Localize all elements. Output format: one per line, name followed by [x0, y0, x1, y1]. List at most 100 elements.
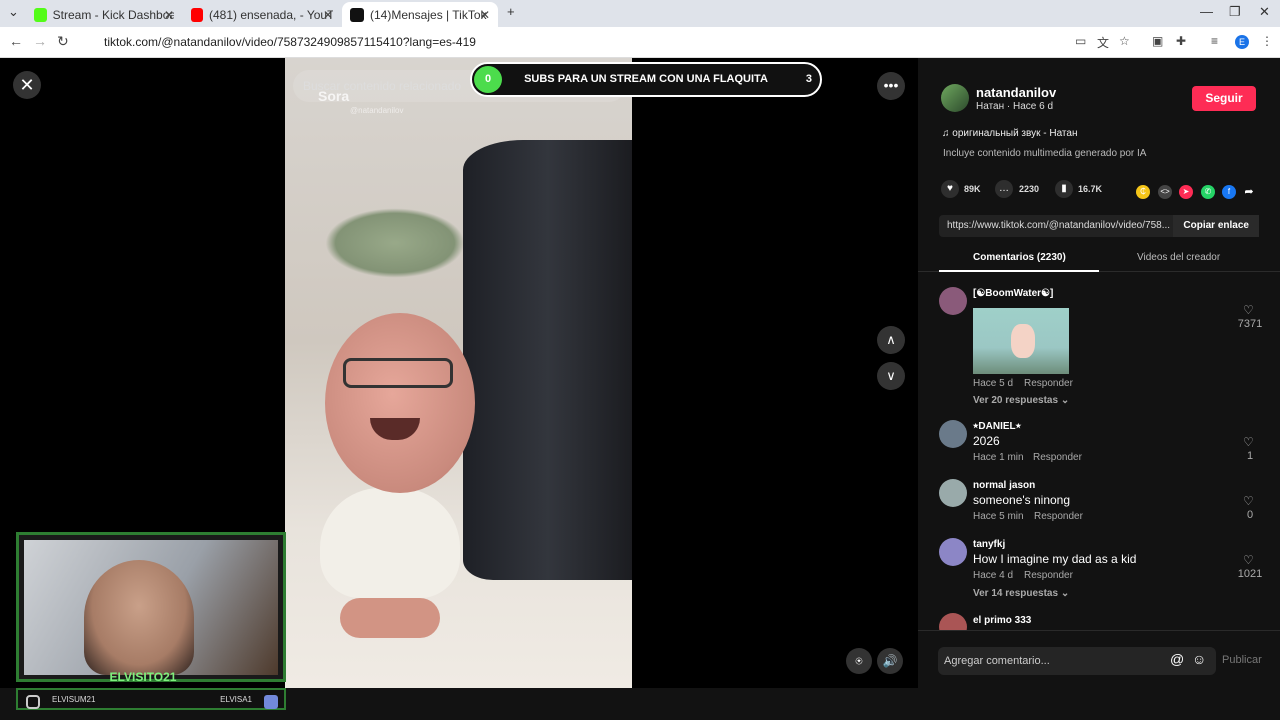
- follow-button[interactable]: Seguir: [1192, 86, 1256, 111]
- like-icon[interactable]: ♥: [941, 180, 959, 198]
- emoji-icon[interactable]: ☺: [1192, 651, 1206, 667]
- creator-username[interactable]: natandanilov: [976, 85, 1056, 100]
- comment-like-count: 0: [1246, 509, 1254, 521]
- volume-icon: 🔊: [882, 654, 898, 668]
- tab-kick[interactable]: Stream - Kick Dashboard ✕: [26, 2, 182, 27]
- comment-like-icon[interactable]: ♡: [1243, 553, 1254, 567]
- next-video-button[interactable]: ∨: [877, 362, 905, 390]
- browser-tabstrip: ⌄ Stream - Kick Dashboard ✕ (481) ensena…: [0, 0, 1280, 27]
- translate-icon[interactable]: 文: [1097, 34, 1109, 51]
- close-icon[interactable]: ✕: [480, 8, 490, 22]
- install-app-icon[interactable]: ▭: [1075, 34, 1086, 48]
- comment-author[interactable]: el primo 333: [973, 615, 1031, 626]
- comment-input-placeholder: Agregar comentario...: [944, 655, 1050, 667]
- comment-author[interactable]: normal jason: [973, 480, 1035, 491]
- restore-button[interactable]: ❐: [1229, 4, 1241, 20]
- like-count: 89K: [964, 184, 981, 194]
- comment-time: Hace 5 min: [973, 511, 1024, 522]
- back-icon[interactable]: ←: [9, 33, 23, 49]
- facebook-icon[interactable]: f: [1222, 185, 1236, 199]
- tab-tiktok[interactable]: (14)Mensajes | TikTok ✕: [342, 2, 498, 27]
- tab-search-icon[interactable]: ⌄: [8, 4, 19, 20]
- embed-icon[interactable]: <>: [1158, 185, 1172, 199]
- creator-subtitle: Натан · Hace 6 d: [976, 101, 1054, 112]
- comment-avatar[interactable]: [939, 538, 967, 566]
- close-video-button[interactable]: ✕: [13, 71, 41, 99]
- video-player[interactable]: [285, 58, 632, 688]
- comment-author[interactable]: ⭒DANIEL⭒: [973, 421, 1021, 432]
- tab-youtube[interactable]: (481) ensenada, - YouTube ✕: [183, 2, 341, 27]
- tab-title: (14)Mensajes | TikTok: [370, 7, 487, 22]
- overlay-left-count: 0: [474, 66, 502, 93]
- post-comment-button[interactable]: Publicar: [1222, 654, 1262, 666]
- tab-creator-videos[interactable]: Videos del creador: [1137, 252, 1220, 263]
- more-options-button[interactable]: •••: [877, 72, 905, 100]
- whatsapp-icon[interactable]: ✆: [1201, 185, 1215, 199]
- webcam-feed: [24, 540, 278, 675]
- mention-icon[interactable]: @: [1170, 651, 1184, 667]
- minimize-button[interactable]: —: [1200, 4, 1213, 19]
- gif-figure: [1011, 324, 1035, 358]
- forward-icon[interactable]: →: [33, 33, 47, 49]
- comment-like-icon[interactable]: ♡: [1243, 494, 1254, 508]
- video-stage: ✕ Buscar contenido relacionado ⌕ Sora @n…: [0, 58, 918, 710]
- url-field[interactable]: tiktok.com/@natandanilov/video/758732490…: [86, 31, 1066, 54]
- new-tab-button[interactable]: +: [507, 4, 515, 19]
- reply-button[interactable]: Responder: [1033, 452, 1082, 463]
- video-frame-glasses: [343, 358, 453, 388]
- sound-title: оригинальный звук - Натан: [952, 128, 1078, 139]
- creator-avatar[interactable]: [941, 84, 969, 112]
- puzzle-icon[interactable]: ✚: [1176, 34, 1186, 48]
- comment-author[interactable]: [☯BoomWater☯]: [973, 288, 1053, 299]
- report-button[interactable]: ⍟: [846, 648, 872, 674]
- chevron-up-icon: ∧: [886, 332, 896, 347]
- webcam-overlay: [16, 532, 286, 682]
- extension-icon[interactable]: ▣: [1152, 34, 1163, 48]
- previous-video-button[interactable]: ∧: [877, 326, 905, 354]
- view-replies-button[interactable]: Ver 14 respuestas ⌄: [973, 588, 1069, 599]
- comment-time: Hace 1 min: [973, 452, 1024, 463]
- comment-avatar[interactable]: [939, 420, 967, 448]
- comment-text: someone's ninong: [973, 493, 1071, 507]
- menu-icon[interactable]: ⋮: [1261, 34, 1273, 48]
- music-note-icon: ♫: [942, 128, 953, 139]
- flag-icon: ⍟: [855, 654, 863, 668]
- reply-button[interactable]: Responder: [1024, 378, 1073, 389]
- tab-comments[interactable]: Comentarios (2230): [973, 252, 1066, 263]
- volume-button[interactable]: 🔊: [877, 648, 903, 674]
- address-bar: ← → ↻ tiktok.com/@natandanilov/video/758…: [0, 27, 1280, 58]
- comment-like-icon[interactable]: ♡: [1243, 303, 1254, 317]
- copy-link-button[interactable]: Copiar enlace: [1173, 215, 1259, 237]
- tiktok-favicon-icon: [350, 7, 364, 22]
- comment-count: 2230: [1019, 184, 1040, 194]
- reply-button[interactable]: Responder: [1034, 511, 1083, 522]
- tab-title: Stream - Kick Dashboard: [52, 7, 174, 22]
- media-controls-icon[interactable]: ≡: [1211, 34, 1218, 48]
- bookmark-icon[interactable]: ▮: [1055, 180, 1073, 198]
- video-link-field[interactable]: https://www.tiktok.com/@natandanilov/vid…: [939, 215, 1259, 237]
- video-frame-legs: [340, 598, 440, 638]
- video-frame-face: [325, 313, 475, 493]
- comment-icon[interactable]: …: [995, 180, 1013, 198]
- sora-watermark-handle: @natandanilov: [350, 106, 404, 115]
- ai-content-label: Incluye contenido multimedia generado po…: [943, 148, 1147, 159]
- window-close-button[interactable]: ✕: [1259, 4, 1270, 20]
- view-replies-button[interactable]: Ver 20 respuestas ⌄: [973, 395, 1069, 406]
- share-arrow-icon[interactable]: ➦: [1242, 185, 1256, 199]
- comment-time: Hace 5 d: [973, 378, 1014, 389]
- close-icon[interactable]: ✕: [323, 8, 333, 22]
- comment-author[interactable]: tanyfkj: [973, 539, 1005, 550]
- reload-icon[interactable]: ↻: [57, 33, 69, 50]
- comment-gif[interactable]: [973, 308, 1069, 374]
- comment-like-icon[interactable]: ♡: [1243, 435, 1254, 449]
- coin-share-icon[interactable]: ₵: [1136, 185, 1150, 199]
- reply-button[interactable]: Responder: [1024, 570, 1073, 581]
- close-icon[interactable]: ✕: [164, 8, 174, 22]
- comment-avatar[interactable]: [939, 479, 967, 507]
- sound-link[interactable]: ♫ оригинальный звук - Натан: [942, 128, 1077, 139]
- send-icon[interactable]: ➤: [1179, 185, 1193, 199]
- chevron-down-icon: ∨: [886, 368, 896, 383]
- comment-avatar[interactable]: [939, 287, 967, 315]
- bookmark-star-icon[interactable]: ☆: [1119, 34, 1130, 48]
- profile-avatar[interactable]: E: [1235, 35, 1249, 49]
